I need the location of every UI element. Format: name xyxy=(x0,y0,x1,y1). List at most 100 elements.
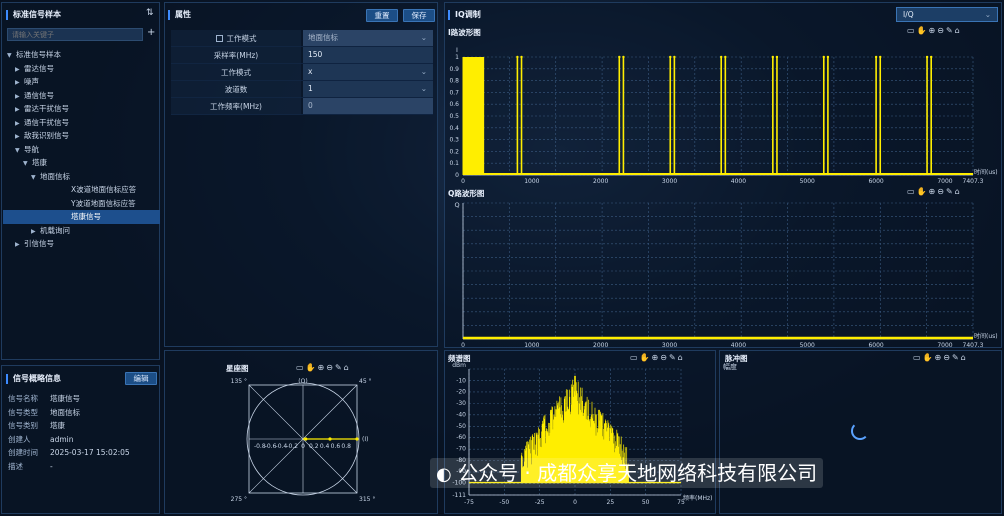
spectrum-panel: 频谱图 ▭✋⊕⊖✎⌂ dBm -10 -20 -30 -40 -50 -60 -70 -80 -9… xyxy=(444,350,716,514)
i-pulse-marker xyxy=(516,55,519,59)
pencil-icon[interactable]: ✎ xyxy=(952,353,961,362)
pencil-icon[interactable]: ✎ xyxy=(335,363,344,372)
y-tick-label: -60 xyxy=(456,434,466,441)
reset-button[interactable]: 重置 xyxy=(366,9,398,22)
tree-item[interactable]: ▶ 敌我识别信号 xyxy=(3,129,160,143)
y-tick-label: 1 xyxy=(455,54,459,61)
tree-item-label: 导航 xyxy=(24,144,39,154)
y-tick-label: 0.6 xyxy=(449,101,459,108)
tree-item[interactable]: ▼ 塔康 xyxy=(3,156,160,170)
i-pulse-marker xyxy=(929,55,933,59)
tree-item-label: X波道地面信标应答 xyxy=(71,185,137,194)
property-value-field[interactable]: 地面信标 ⌄ xyxy=(303,30,433,46)
i-ylabel: I xyxy=(456,46,458,54)
property-row: 工作频率(MHz) 0 xyxy=(171,98,433,115)
tree-item-label: 雷达信号 xyxy=(24,63,54,73)
tree-item[interactable]: X波道地面信标应答 xyxy=(3,183,160,197)
x-tick-label: 0 xyxy=(461,342,465,349)
x-tick-label: -50 xyxy=(499,499,509,506)
angle-label: 315 ° xyxy=(359,496,375,503)
info-key: 描述 xyxy=(8,461,23,471)
hand-icon[interactable]: ✋ xyxy=(923,353,935,362)
add-node-icon[interactable]: + xyxy=(147,27,155,38)
save-button[interactable]: 保存 xyxy=(403,9,435,22)
angle-label: 45 ° xyxy=(359,378,372,385)
home-icon[interactable]: ⌂ xyxy=(961,353,968,362)
i-pulse-marker xyxy=(822,55,825,59)
property-row: 工作模式 地面信标 ⌄ xyxy=(171,30,433,47)
info-key: 创建时间 xyxy=(8,448,38,457)
tree-item[interactable]: ▶ 引信信号 xyxy=(3,237,160,251)
tree-item-label: 噪声 xyxy=(24,77,39,86)
q-waveform-chart: Q 0 1000 2000 3000 4000 5000 6000 7000 7407.3 时间(u… xyxy=(454,201,997,349)
checkbox-icon[interactable] xyxy=(215,35,223,42)
property-value-field[interactable]: 1 ⌄ xyxy=(303,81,433,97)
i-pulse-marker xyxy=(622,55,625,59)
y-tick-label: 0.5 xyxy=(449,113,459,120)
iq-mode-select[interactable]: I/Q ⌄ xyxy=(896,7,998,22)
y-tick-label: 0.3 xyxy=(449,137,459,144)
info-row: 创建人 admin xyxy=(8,433,158,447)
tree-item[interactable]: ▶ 雷达信号 xyxy=(3,62,160,76)
loading-spinner-icon xyxy=(851,422,869,440)
save-icon[interactable]: ▭ xyxy=(913,353,923,362)
y-tick-label: 0.1 xyxy=(449,160,459,167)
chevron-down-icon: ⌄ xyxy=(420,67,427,76)
x-tick-label: 0 xyxy=(573,499,577,506)
zoom-in-icon[interactable]: ⊕ xyxy=(318,363,327,372)
tree-item[interactable]: ▶ 通信信号 xyxy=(3,89,160,103)
tree-item[interactable]: ▼ 标准信号样本 xyxy=(3,48,160,62)
watermark-text: 公众号 · 成都众享天地网络科技有限公司 xyxy=(458,461,818,485)
property-value-field[interactable]: 150 xyxy=(303,47,433,63)
property-label-text: 工作模式 xyxy=(221,68,251,77)
y-tick-label: -30 xyxy=(456,400,466,407)
property-value-field[interactable]: 0 xyxy=(303,98,433,114)
tree-item[interactable]: Y波道地面信标应答 xyxy=(3,197,160,211)
info-value: 塔康 xyxy=(50,421,65,430)
zoom-in-icon[interactable]: ⊕ xyxy=(935,353,944,362)
i-dense-burst xyxy=(462,57,485,175)
pulse-panel: 脉冲图 幅度 ▭✋⊕⊖✎⌂ xyxy=(719,350,1002,514)
tree-item[interactable]: ▼ 地面信标 xyxy=(3,170,160,184)
x-tick-label: 0.8 xyxy=(341,443,351,450)
i-pulse-marker xyxy=(775,55,779,59)
property-label-text: 采样率(MHz) xyxy=(213,51,259,60)
i-pulse-marker xyxy=(719,55,723,59)
i-pulse-marker xyxy=(673,55,676,59)
info-key: 信号类型 xyxy=(8,407,38,417)
home-icon[interactable]: ⌂ xyxy=(344,363,351,372)
collapse-tree-icon[interactable]: ⇅ xyxy=(146,8,154,18)
tree-item-label: 塔康信号 xyxy=(71,212,101,221)
tree-item[interactable]: ▶ 雷达干扰信号 xyxy=(3,102,160,116)
y-tick-label: -20 xyxy=(456,389,466,396)
tree-item[interactable]: ▼ 导航 xyxy=(3,143,160,157)
info-key: 信号名称 xyxy=(8,394,38,403)
tree-item[interactable]: 塔康信号 xyxy=(3,210,160,224)
y-tick-label: 0 xyxy=(455,172,459,179)
i-pulse-marker xyxy=(724,55,727,59)
info-row: 描述 - xyxy=(8,460,158,474)
hand-icon[interactable]: ✋ xyxy=(306,363,318,372)
zoom-out-icon[interactable]: ⊖ xyxy=(943,353,952,362)
x-tick-label: 6000 xyxy=(868,342,883,349)
property-value-field[interactable]: x ⌄ xyxy=(303,64,433,80)
tree-item[interactable]: ▶ 噪声 xyxy=(3,75,160,89)
caret-right-icon: ▶ xyxy=(15,79,20,86)
property-label: 工作频率(MHz) xyxy=(171,98,301,115)
tree-item[interactable]: ▶ 通信干扰信号 xyxy=(3,116,160,130)
save-icon[interactable]: ▭ xyxy=(296,363,306,372)
caret-right-icon: ▶ xyxy=(15,133,20,140)
y-tick-label: 0.7 xyxy=(449,89,459,96)
constellation-ylabel: (Q) xyxy=(298,378,307,385)
caret-down-icon: ▼ xyxy=(15,146,20,154)
x-tick-label: 4000 xyxy=(731,178,746,185)
x-tick-label: -25 xyxy=(535,499,545,506)
tree-item[interactable]: ▶ 机载询问 xyxy=(3,224,160,238)
info-row: 信号类型 地面信标 xyxy=(8,406,158,420)
zoom-out-icon[interactable]: ⊖ xyxy=(326,363,335,372)
i-pulse-marker xyxy=(669,55,672,59)
tree-search-input[interactable] xyxy=(7,28,143,41)
wechat-icon: ◐ xyxy=(436,464,452,485)
tree-item-label: 通信干扰信号 xyxy=(24,117,69,127)
edit-button[interactable]: 编辑 xyxy=(125,372,157,385)
